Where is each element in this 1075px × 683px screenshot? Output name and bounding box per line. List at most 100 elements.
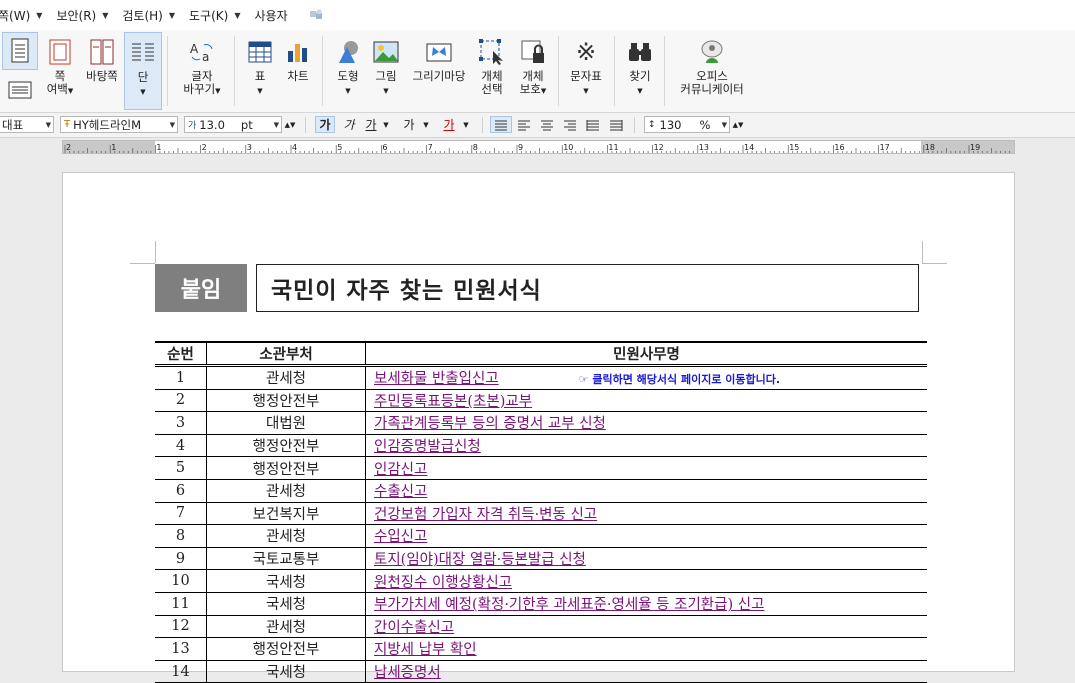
- chevron-down-icon[interactable]: ▼: [462, 116, 470, 133]
- row-form-cell: 간이수출신고: [365, 615, 927, 639]
- style-select[interactable]: 대표 ▼: [0, 116, 54, 133]
- ruler-label: 16: [834, 143, 844, 152]
- form-link[interactable]: 간이수출신고: [374, 620, 454, 636]
- size-spin-button[interactable]: ▲▼: [284, 116, 296, 133]
- row-form-cell: 수입신고: [365, 524, 927, 548]
- attachment-tag: 붙임: [155, 264, 247, 312]
- object-protect-button[interactable]: 개체 보호▼: [514, 32, 552, 110]
- object-select-label: 개체 선택: [481, 69, 503, 96]
- ruler-label: 6: [382, 143, 387, 152]
- font-size-unit: pt: [240, 117, 253, 132]
- form-link[interactable]: 부가가치세 예정(확정·기한후 과세표준·영세율 등 조기환급) 신고: [374, 597, 764, 613]
- background-page-button[interactable]: 바탕쪽: [82, 32, 122, 110]
- chevron-down-icon: ▼: [169, 120, 175, 129]
- outline-button[interactable]: 가: [400, 116, 418, 133]
- ruler-label: 11: [608, 143, 618, 152]
- right-align-button[interactable]: [560, 116, 580, 133]
- ruler-label: 5: [337, 143, 342, 152]
- font-select[interactable]: Ŧ HY헤드라인M ▼: [60, 116, 178, 133]
- left-align-button[interactable]: [514, 116, 534, 133]
- horizontal-ruler[interactable]: 2 1 1 2 3 4 5 6 7 8 9 10 11 12 13 14 15 16 17 18 19: [62, 140, 1015, 154]
- chevron-down-icon[interactable]: ▼: [169, 11, 183, 20]
- picture-button[interactable]: 그림 ▼: [368, 32, 404, 110]
- char-swap-icon: Aa: [190, 42, 213, 64]
- justify-align-button[interactable]: [490, 116, 512, 133]
- form-link[interactable]: 지방세 납부 확인: [374, 642, 477, 658]
- menu-review[interactable]: 검토(H): [116, 0, 168, 30]
- object-select-button[interactable]: 개체 선택: [474, 32, 510, 110]
- find-label: 찾기 ▼: [629, 69, 651, 96]
- symbols-label: 문자표 ▼: [570, 69, 602, 96]
- ruler-label: 8: [473, 143, 478, 152]
- form-link[interactable]: 수입신고: [374, 529, 427, 545]
- table-row: 8 관세청 수입신고: [155, 524, 927, 548]
- line-spacing-input[interactable]: ↕ 130 % ▼: [644, 116, 730, 133]
- menu-tools[interactable]: 도구(K): [183, 0, 234, 30]
- background-page-icon: [90, 39, 114, 65]
- italic-button[interactable]: 가: [340, 116, 358, 133]
- row-form-cell: 납세증명서: [365, 660, 927, 683]
- char-change-button[interactable]: Aa 글자 바꾸기▼: [178, 32, 226, 110]
- table-button[interactable]: 표 ▼: [244, 32, 276, 110]
- row-department: 관세청: [206, 479, 366, 503]
- page-view-button[interactable]: [2, 32, 38, 70]
- table-row: 4 행정안전부 인감증명발급신청: [155, 434, 927, 458]
- chevron-down-icon[interactable]: ▼: [36, 11, 50, 20]
- row-form-cell: 가족관계등록부 등의 증명서 교부 신청: [365, 411, 927, 435]
- row-department: 행정안전부: [206, 456, 366, 480]
- line-view-button[interactable]: [2, 76, 38, 106]
- puzzle-icon[interactable]: [308, 8, 326, 22]
- form-link[interactable]: 납세증명서: [374, 665, 441, 681]
- ruler-label: 7: [428, 143, 433, 152]
- ruler-label: 15: [789, 143, 799, 152]
- menu-user[interactable]: 사용자: [249, 0, 294, 30]
- bold-button[interactable]: 가: [315, 116, 335, 133]
- row-department: 행정안전부: [206, 637, 366, 661]
- drawing-button[interactable]: 그리기마당: [408, 32, 470, 110]
- crop-mark: [922, 241, 923, 263]
- chevron-down-icon[interactable]: ▼: [382, 116, 390, 133]
- form-link[interactable]: 원천징수 이행상황신고: [374, 575, 512, 591]
- form-link[interactable]: 인감신고: [374, 462, 427, 478]
- form-link[interactable]: 수출신고: [374, 484, 427, 500]
- chevron-down-icon[interactable]: ▼: [422, 116, 430, 133]
- page-margin-button[interactable]: 쪽 여백▼: [42, 32, 78, 110]
- chevron-down-icon: ▼: [273, 120, 279, 129]
- row-number: 6: [155, 479, 207, 503]
- symbols-button[interactable]: ※ 문자표 ▼: [564, 32, 608, 110]
- row-department: 국세청: [206, 592, 366, 616]
- ruler-label: 12: [654, 143, 664, 152]
- distribute-button[interactable]: [583, 116, 603, 133]
- chart-button[interactable]: 차트: [280, 32, 316, 110]
- menu-security[interactable]: 보안(R): [50, 0, 102, 30]
- spacing-spin-button[interactable]: ▲▼: [732, 116, 744, 133]
- text-color-button[interactable]: 가: [440, 116, 458, 133]
- table-row: 1 관세청 보세화물 반출입신고 ☞ 클릭하면 해당서식 페이지로 이동합니다.: [155, 365, 927, 390]
- underline-button[interactable]: 가: [362, 116, 380, 133]
- office-communicator-button[interactable]: 오피스 커뮤니케이터: [672, 32, 752, 110]
- table-row: 7 보건복지부 건강보험 가입자 자격 취득·변동 신고: [155, 502, 927, 526]
- table-header-row: 순번 소관부처 민원사무명: [155, 341, 927, 367]
- center-align-button[interactable]: [537, 116, 557, 133]
- align-center-icon: [541, 120, 553, 130]
- menu-page[interactable]: 쪽(W): [0, 0, 36, 30]
- chevron-down-icon[interactable]: ▼: [102, 11, 116, 20]
- form-link[interactable]: 인감증명발급신청: [374, 439, 481, 455]
- form-link[interactable]: 주민등록표등본(초본)교부: [374, 394, 532, 410]
- font-size-input[interactable]: 가 13.0 pt ▼: [184, 116, 282, 133]
- shape-button[interactable]: 도형 ▼: [330, 32, 366, 110]
- font-value: HY헤드라인M: [73, 117, 142, 132]
- line-spacing-unit: %: [699, 117, 711, 132]
- form-link[interactable]: 토지(임야)대장 열람·등본발급 신청: [374, 552, 586, 568]
- split-align-button[interactable]: [606, 116, 626, 133]
- column-button[interactable]: 단 ▼: [124, 32, 162, 110]
- form-link[interactable]: 건강보험 가입자 자격 취득·변동 신고: [374, 507, 597, 523]
- form-link[interactable]: 보세화물 반출입신고: [374, 371, 499, 387]
- crop-mark: [130, 263, 155, 264]
- chevron-down-icon[interactable]: ▼: [234, 11, 248, 20]
- ribbon-separator: [234, 36, 235, 106]
- form-link[interactable]: 가족관계등록부 등의 증명서 교부 신청: [374, 416, 606, 432]
- row-number: 5: [155, 456, 207, 480]
- find-button[interactable]: 찾기 ▼: [622, 32, 658, 110]
- table-row: 6 관세청 수출신고: [155, 479, 927, 503]
